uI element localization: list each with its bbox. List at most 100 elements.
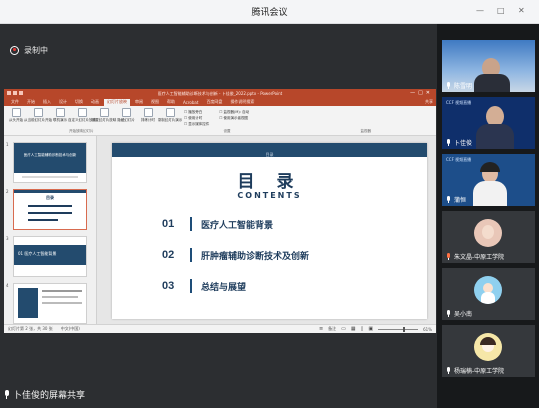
setup-checkboxes[interactable]: 播放旁白 使用计时 显示媒体控件	[184, 108, 209, 129]
tab-view[interactable]: 视图	[148, 99, 162, 106]
powerpoint-window: 医疗人工智能辅助诊断技术与创新 - 卜佳俊_2022.pptx - PowerP…	[4, 89, 436, 333]
ppt-window-controls[interactable]: —□✕	[410, 90, 433, 96]
participant-tile[interactable]: CCF 视频直播 蒲恒	[442, 154, 535, 206]
microphone-icon	[446, 196, 451, 203]
screen-share-label: 卜佳俊的屏幕共享	[3, 388, 85, 401]
tab-slideshow[interactable]: 幻灯片放映	[104, 99, 130, 106]
hide-slide-icon	[121, 108, 131, 117]
close-icon[interactable]: ✕	[518, 6, 525, 16]
ppt-status-bar: 幻灯片第 2 张，共 30 张 中文(中国) ≡ 备注 ▭ ▦ ▯ ▣ 61%	[4, 324, 436, 333]
participant-tile[interactable]: CCF 视频直播 卜佳俊	[442, 97, 535, 149]
zoom-level[interactable]: 61%	[423, 327, 432, 332]
participant-name-tag: 陈雪明	[446, 81, 472, 90]
ppt-editor-body: 1 医疗人工智能辅助诊断技术与创新 2 目录 3 01 医疗人工智能背景 4 目…	[4, 136, 436, 324]
zoom-slider[interactable]	[378, 326, 419, 332]
thumb-number: 3	[6, 236, 9, 241]
participant-name-tag: 杨瑞楠-中原工学院	[446, 366, 504, 375]
slide-sorter-icon[interactable]: ▦	[351, 326, 356, 332]
participant-tile[interactable]: 吴小南	[442, 268, 535, 320]
timer-icon	[143, 108, 153, 117]
slide-thumbnail[interactable]: 医疗人工智能辅助诊断技术与创新	[13, 142, 87, 183]
quick-access-toolbar	[7, 91, 23, 95]
record-icon	[10, 45, 19, 55]
custom-show-button[interactable]: 自定义幻灯片放映	[68, 108, 96, 129]
thumb-number: 4	[6, 283, 9, 288]
tab-design[interactable]: 设计	[56, 99, 70, 106]
redo-icon[interactable]	[19, 91, 23, 95]
ppt-title-bar: 医疗人工智能辅助诊断技术与创新 - 卜佳俊_2022.pptx - PowerP…	[4, 89, 436, 98]
tab-file[interactable]: 文件	[8, 99, 22, 106]
language-indicator[interactable]: 中文(中国)	[61, 326, 80, 332]
camera-watermark: CCF 视频直播	[446, 100, 472, 105]
participant-tile[interactable]: 杨瑞楠-中原工学院	[442, 325, 535, 377]
notes-icon[interactable]: ≡	[319, 326, 323, 332]
microphone-icon	[446, 367, 451, 374]
slide-thumbnail[interactable]: 01 医疗人工智能背景	[13, 236, 87, 277]
reading-view-icon[interactable]: ▯	[361, 326, 364, 332]
slide-counter: 幻灯片第 2 张，共 30 张	[8, 326, 53, 331]
participant-name-tag: 朱文晶-中原工学院	[446, 252, 504, 261]
microphone-icon	[446, 310, 451, 317]
participant-avatar	[474, 333, 502, 361]
toc-item: 01 医疗人工智能背景	[162, 217, 274, 231]
setup-icon	[99, 108, 109, 117]
notes-button[interactable]: 备注	[328, 326, 336, 332]
play-icon	[11, 108, 21, 117]
tell-me-search[interactable]: 操作说明搜索	[227, 99, 257, 106]
slide-thumbnail[interactable]	[13, 283, 87, 324]
participant-name-tag: 卜佳俊	[446, 138, 472, 147]
slide-thumbnail-pane[interactable]: 1 医疗人工智能辅助诊断技术与创新 2 目录 3 01 医疗人工智能背景 4	[4, 136, 97, 324]
current-slide[interactable]: 目录 目 录 CONTENTS 01 医疗人工智能背景 02 肝肿瘤辅助诊断技术及创…	[112, 143, 427, 319]
camera-watermark: CCF 视频直播	[446, 157, 472, 162]
thumb-number: 2	[6, 189, 9, 194]
recording-indicator[interactable]: 录制中	[10, 42, 48, 58]
ppt-ribbon: 从头开始 从当前幻灯片开始 联机演示 自定义幻灯片放映 设置幻灯片放映 隐藏幻灯…	[4, 106, 436, 136]
participant-avatar	[474, 219, 502, 247]
from-current-button[interactable]: 从当前幻灯片开始	[24, 108, 52, 129]
participant-tile[interactable]: 陈雪明	[442, 40, 535, 92]
microphone-icon	[446, 139, 451, 146]
meeting-title-bar: 腾讯会议 — □ ✕	[0, 0, 539, 24]
thumb-number: 1	[6, 142, 9, 147]
participant-name-tag: 吴小南	[446, 309, 472, 318]
slide-caption: 目录	[265, 152, 274, 157]
maximize-icon[interactable]: □	[497, 6, 505, 16]
microphone-icon	[446, 82, 451, 89]
tab-help[interactable]: 帮助	[164, 99, 178, 106]
record-show-icon	[165, 108, 175, 117]
undo-icon[interactable]	[13, 91, 17, 95]
slide-subheading: CONTENTS	[237, 191, 302, 200]
participant-tile[interactable]: 朱文晶-中原工学院	[442, 211, 535, 263]
microphone-icon	[3, 390, 10, 399]
rehearse-button[interactable]: 排练计时	[140, 108, 156, 129]
recording-label: 录制中	[24, 45, 48, 55]
tab-home[interactable]: 开始	[24, 99, 38, 106]
toc-item: 02 肝肿瘤辅助诊断技术及创新	[162, 248, 310, 262]
tab-transitions[interactable]: 切换	[72, 99, 86, 106]
hide-slide-button[interactable]: 隐藏幻灯片	[117, 108, 135, 129]
present-online-button[interactable]: 联机演示	[52, 108, 68, 129]
save-icon[interactable]	[7, 91, 11, 95]
tab-baidu[interactable]: 百度网盘	[203, 99, 225, 106]
from-beginning-button[interactable]: 从头开始	[8, 108, 24, 129]
custom-show-icon	[77, 108, 87, 117]
participant-name-tag: 蒲恒	[446, 195, 466, 204]
app-title: 腾讯会议	[251, 8, 288, 18]
participant-avatar	[474, 276, 502, 304]
globe-icon	[55, 108, 65, 117]
record-show-button[interactable]: 录制幻灯片演示	[158, 108, 182, 129]
ppt-ribbon-tabs: 文件 开始 插入 设计 切换 动画 幻灯片放映 审阅 视图 帮助 Acrobat…	[4, 98, 436, 106]
monitor-settings[interactable]: 监视器(M): 自动 使用演示者视图	[219, 108, 250, 129]
tab-review[interactable]: 审阅	[132, 99, 146, 106]
ribbon-group-labels: 开始放映幻灯片 设置 监视器	[69, 129, 371, 133]
tab-animations[interactable]: 动画	[88, 99, 102, 106]
slide-thumbnail-selected[interactable]: 目录	[13, 189, 87, 230]
normal-view-icon[interactable]: ▭	[341, 326, 346, 332]
slideshow-view-icon[interactable]: ▣	[368, 326, 373, 332]
toc-item: 03 总结与展望	[162, 279, 247, 293]
tab-insert[interactable]: 插入	[40, 99, 54, 106]
ppt-window-title: 医疗人工智能辅助诊断技术与创新 - 卜佳俊_2022.pptx - PowerP…	[157, 90, 283, 96]
share-button[interactable]: 共享	[422, 99, 436, 106]
setup-show-button[interactable]: 设置幻灯片放映	[92, 108, 116, 129]
minimize-icon[interactable]: —	[476, 6, 484, 16]
